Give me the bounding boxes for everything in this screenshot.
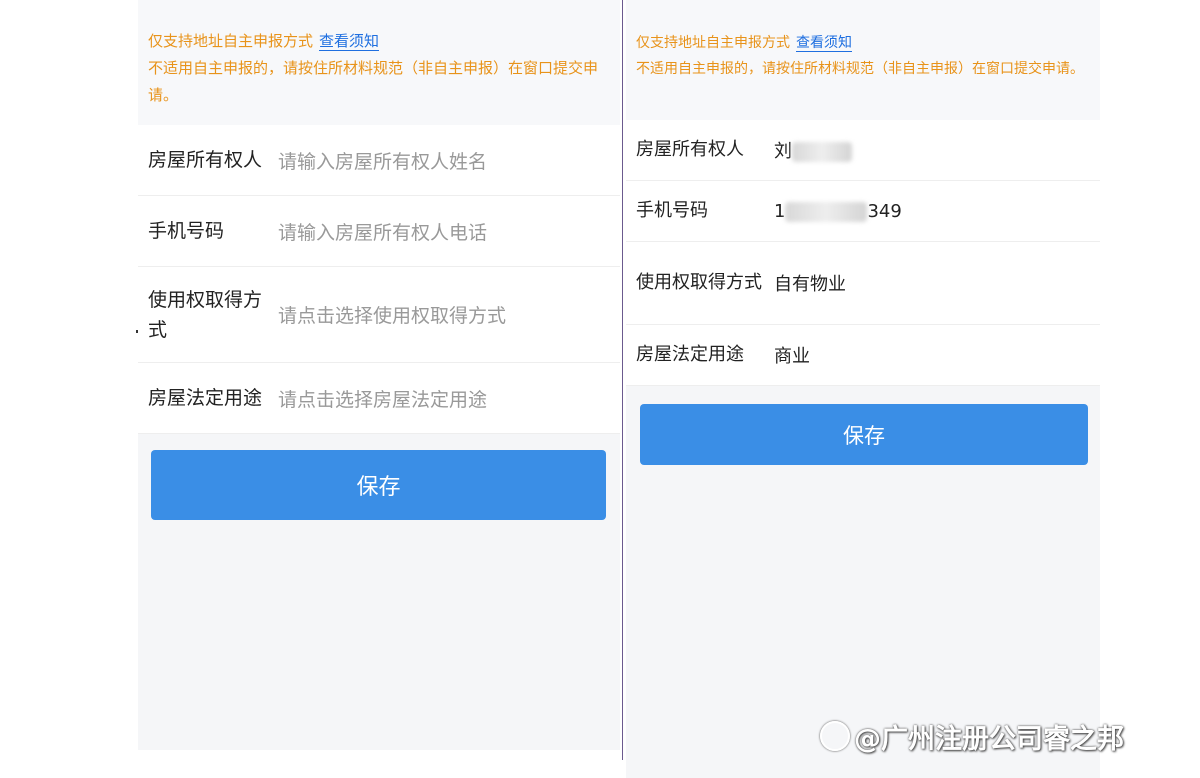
redaction-blur [785,201,868,222]
acquisition-method-select[interactable]: 请点击选择使用权取得方式 [278,301,506,328]
phone-prefix: 1 [774,200,786,222]
owner-name-row[interactable]: 房屋所有权人 请输入房屋所有权人姓名 [138,125,620,196]
save-button[interactable]: 保存 [151,450,606,520]
owner-name-row[interactable]: 房屋所有权人 刘 [626,120,1100,181]
owner-name-visible: 刘 [774,141,792,162]
form-fields: 房屋所有权人 请输入房屋所有权人姓名 手机号码 请输入房屋所有权人电话 使用权取… [138,125,620,434]
notice-banner: 仅支持地址自主申报方式 查看须知 不适用自主申报的，请按住所材料规范（非自主申报）… [626,0,1100,120]
legal-use-row[interactable]: 房屋法定用途 商业 [626,325,1100,386]
phone-input[interactable]: 请输入房屋所有权人电话 [278,218,487,245]
field-label: 房屋所有权人 [636,139,744,160]
legal-use-select[interactable]: 请点击选择房屋法定用途 [278,385,487,412]
field-label: 房屋法定用途 [636,344,744,365]
save-button[interactable]: 保存 [640,404,1088,465]
form-fields: 房屋所有权人 刘 手机号码 1 349 使用权取得方式 自有物业 房屋法定用途 商… [626,120,1100,386]
view-notice-link[interactable]: 查看须知 [319,32,380,51]
watermark-logo-icon [820,721,850,751]
redaction-blur [792,142,852,162]
field-label: 使用权取得方式 [148,288,263,341]
watermark: @广州注册公司睿之邦 [820,714,1124,758]
field-label: 手机号码 [148,220,225,242]
legal-use-row[interactable]: 房屋法定用途 请点击选择房屋法定用途 [138,363,620,434]
phone-suffix: 349 [867,200,902,222]
field-label: 手机号码 [636,200,708,221]
notice-line-1: 仅支持地址自主申报方式 [148,32,314,50]
form-panel-filled: 仅支持地址自主申报方式 查看须知 不适用自主申报的，请按住所材料规范（非自主申报）… [626,0,1100,778]
field-label: 房屋法定用途 [148,387,263,409]
owner-name-input[interactable]: 请输入房屋所有权人姓名 [278,147,487,174]
watermark-text: @广州注册公司睿之邦 [854,723,1124,755]
form-panel-empty: 仅支持地址自主申报方式 查看须知 不适用自主申报的，请按住所材料规范（非自主申报）… [138,0,620,750]
panel-divider [622,0,623,760]
phone-row[interactable]: 手机号码 1 349 [626,181,1100,242]
notice-line-2: 不适用自主申报的，请按住所材料规范（非自主申报）在窗口提交申请。 [636,61,1084,77]
notice-line-2: 不适用自主申报的，请按住所材料规范（非自主申报）在窗口提交申请。 [148,59,599,104]
owner-name-input[interactable]: 刘 [774,137,852,163]
phone-row[interactable]: 手机号码 请输入房屋所有权人电话 [138,196,620,267]
phone-input[interactable]: 1 349 [774,201,902,222]
acquisition-method-select[interactable]: 自有物业 [774,270,846,296]
field-label: 房屋所有权人 [148,149,263,171]
field-label: 使用权取得方式 [636,272,762,293]
view-notice-link[interactable]: 查看须知 [796,35,852,52]
acquisition-method-row[interactable]: 使用权取得方式 请点击选择使用权取得方式 [138,267,620,363]
notice-line-1: 仅支持地址自主申报方式 [636,35,790,51]
legal-use-select[interactable]: 商业 [774,342,810,368]
acquisition-method-row[interactable]: 使用权取得方式 自有物业 [626,242,1100,325]
notice-banner: 仅支持地址自主申报方式 查看须知 不适用自主申报的，请按住所材料规范（非自主申报）… [138,0,620,125]
